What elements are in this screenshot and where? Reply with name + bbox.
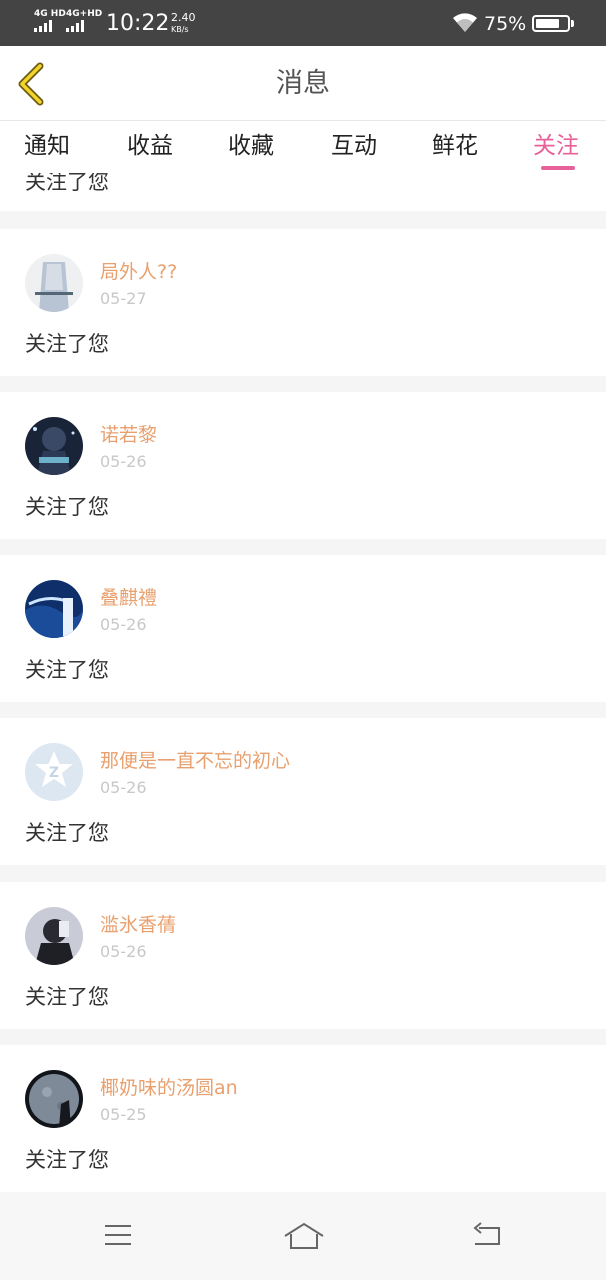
- tab-notifications[interactable]: 通知: [24, 130, 70, 162]
- follow-text: 关注了您: [25, 173, 109, 194]
- avatar-image: [25, 907, 83, 965]
- list-item[interactable]: 诺若黎 05-26 关注了您: [0, 392, 606, 539]
- follow-date: 05-27: [100, 289, 147, 308]
- svg-text:Z: Z: [49, 765, 59, 781]
- list-item-partial[interactable]: 关注了您: [0, 173, 606, 211]
- avatar-image: [25, 580, 83, 638]
- back-arrow-icon[interactable]: [471, 1222, 503, 1248]
- battery-tip: [571, 20, 574, 27]
- follow-list[interactable]: 关注了您 局外人?? 05-27 关注了您 诺若黎 05-26 关注了您 叠麒禮…: [0, 173, 606, 1192]
- menu-icon[interactable]: [103, 1222, 133, 1248]
- follow-date: 05-26: [100, 452, 147, 471]
- follow-date: 05-26: [100, 778, 147, 797]
- avatar[interactable]: [25, 907, 83, 965]
- avatar-image: [25, 417, 83, 475]
- list-item[interactable]: 滥氷香蒨 05-26 关注了您: [0, 882, 606, 1029]
- username[interactable]: 叠麒禮: [100, 586, 157, 610]
- list-item[interactable]: Z 那便是一直不忘的初心 05-26 关注了您: [0, 718, 606, 865]
- username[interactable]: 那便是一直不忘的初心: [100, 749, 290, 773]
- network-speed-unit: KB/s: [171, 25, 189, 34]
- follow-text: 关注了您: [25, 985, 109, 1009]
- avatar[interactable]: [25, 254, 83, 312]
- wifi-icon: [453, 13, 477, 32]
- tab-interactions[interactable]: 互动: [331, 130, 377, 162]
- network-label-1: 4G HD: [34, 9, 66, 19]
- battery-level: [536, 19, 559, 28]
- username[interactable]: 诺若黎: [100, 423, 157, 447]
- tab-favorites[interactable]: 收藏: [228, 130, 274, 162]
- follow-text: 关注了您: [25, 821, 109, 845]
- clock: 10:22: [106, 11, 170, 36]
- network-speed: 2.40: [171, 11, 196, 24]
- follow-date: 05-26: [100, 942, 147, 961]
- signal-icon: [34, 20, 52, 32]
- header: 消息: [0, 46, 606, 121]
- default-avatar-icon: Z: [25, 743, 83, 801]
- follow-date: 05-25: [100, 1105, 147, 1124]
- battery-icon: [532, 15, 570, 32]
- avatar-image: [25, 254, 83, 312]
- avatar[interactable]: Z: [25, 743, 83, 801]
- network-label-2: 4G+HD: [66, 9, 103, 19]
- follow-text: 关注了您: [25, 658, 109, 682]
- list-item[interactable]: 局外人?? 05-27 关注了您: [0, 229, 606, 376]
- username[interactable]: 滥氷香蒨: [100, 913, 176, 937]
- username[interactable]: 局外人??: [100, 260, 177, 284]
- page-title: 消息: [276, 68, 330, 99]
- active-tab-indicator: [541, 166, 575, 170]
- follow-text: 关注了您: [25, 495, 109, 519]
- tab-follows[interactable]: 关注: [533, 130, 579, 162]
- follow-text: 关注了您: [25, 1148, 109, 1172]
- list-item[interactable]: 叠麒禮 05-26 关注了您: [0, 555, 606, 702]
- username[interactable]: 椰奶味的汤圆an: [100, 1076, 238, 1100]
- avatar[interactable]: [25, 1070, 83, 1128]
- follow-date: 05-26: [100, 615, 147, 634]
- avatar[interactable]: [25, 580, 83, 638]
- home-icon[interactable]: [283, 1222, 325, 1250]
- signal-icon-2: [66, 20, 84, 32]
- tab-flowers[interactable]: 鲜花: [432, 130, 478, 162]
- system-nav-bar: [0, 1192, 606, 1280]
- battery-percent: 75%: [484, 13, 527, 35]
- avatar-image: [25, 1070, 83, 1128]
- avatar[interactable]: [25, 417, 83, 475]
- follow-text: 关注了您: [25, 332, 109, 356]
- list-item[interactable]: 椰奶味的汤圆an 05-25 关注了您: [0, 1045, 606, 1192]
- tab-earnings[interactable]: 收益: [127, 130, 173, 162]
- tab-bar: 通知 收益 收藏 互动 鲜花 关注: [0, 121, 606, 173]
- status-bar: 4G HD 4G+HD 10:22 2.40 KB/s 75%: [0, 0, 606, 46]
